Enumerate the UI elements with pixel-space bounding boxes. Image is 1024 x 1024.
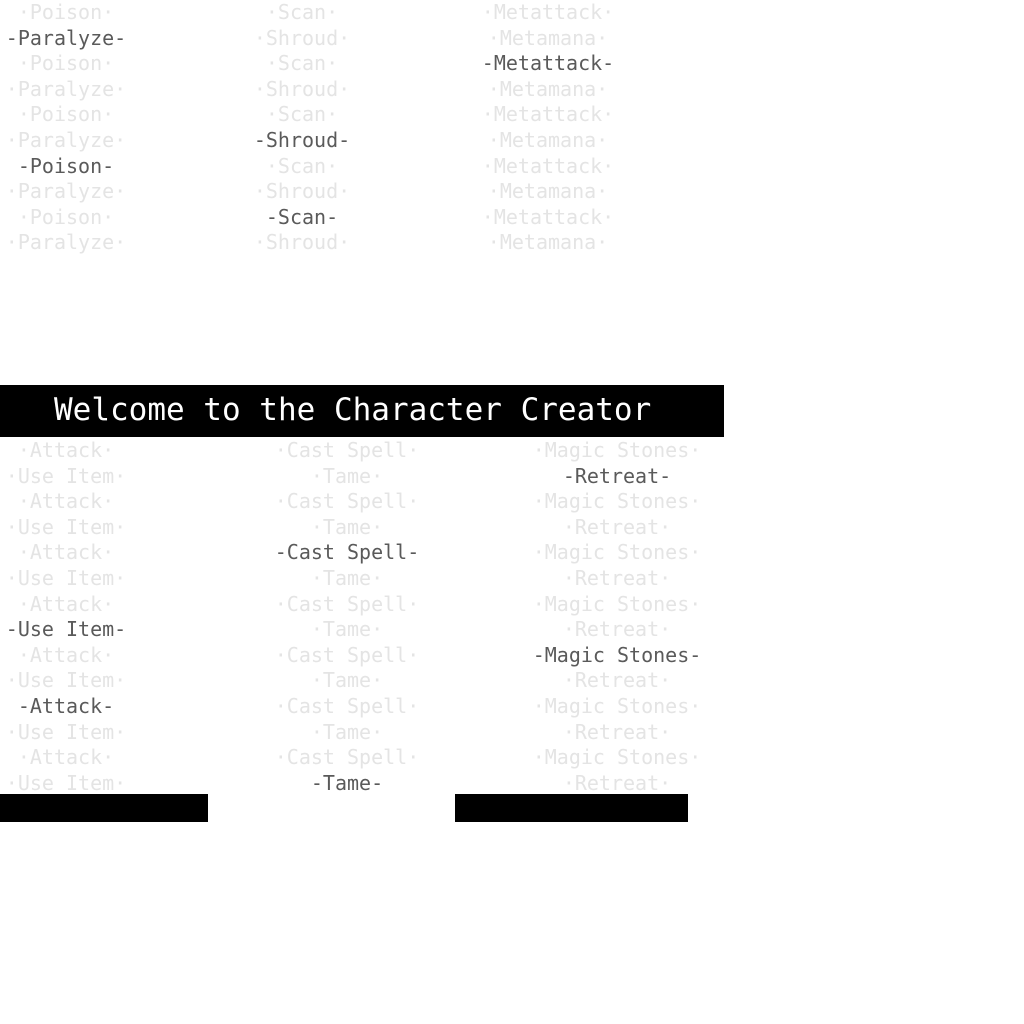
option-item[interactable]: ·Tame·	[311, 619, 383, 639]
option-item[interactable]: ·Shroud·	[254, 79, 350, 99]
option-item[interactable]: ·Magic Stones·	[533, 747, 702, 767]
option-item[interactable]: ·Scan·	[266, 2, 338, 22]
right-black-bar	[455, 794, 688, 822]
option-item[interactable]: ·Metamana·	[488, 130, 608, 150]
selected-option[interactable]: -Shroud-	[254, 130, 350, 150]
option-item[interactable]: ·Magic Stones·	[533, 542, 702, 562]
option-item[interactable]: ·Cast Spell·	[275, 440, 420, 460]
option-item[interactable]: ·Retreat·	[563, 568, 671, 588]
selected-option[interactable]: -Use Item-	[6, 619, 126, 639]
option-item[interactable]: ·Poison·	[18, 104, 114, 124]
option-item[interactable]: ·Metamana·	[488, 28, 608, 48]
option-item[interactable]: ·Paralyze·	[6, 79, 126, 99]
option-item[interactable]: ·Shroud·	[254, 232, 350, 252]
option-item[interactable]: ·Metattack·	[482, 104, 614, 124]
option-item[interactable]: ·Use Item·	[6, 670, 126, 690]
option-item[interactable]: ·Magic Stones·	[533, 491, 702, 511]
option-item[interactable]: ·Cast Spell·	[275, 491, 420, 511]
option-item[interactable]: ·Paralyze·	[6, 232, 126, 252]
option-item[interactable]: ·Attack·	[18, 594, 114, 614]
selected-option[interactable]: -Poison-	[18, 156, 114, 176]
option-item[interactable]: ·Shroud·	[254, 28, 350, 48]
option-item[interactable]: ·Attack·	[18, 542, 114, 562]
selected-option[interactable]: -Scan-	[266, 207, 338, 227]
option-item[interactable]: ·Poison·	[18, 53, 114, 73]
option-item[interactable]: ·Poison·	[18, 2, 114, 22]
option-item[interactable]: ·Metattack·	[482, 207, 614, 227]
option-item[interactable]: ·Attack·	[18, 747, 114, 767]
option-item[interactable]: ·Use Item·	[6, 517, 126, 537]
option-item[interactable]: ·Magic Stones·	[533, 696, 702, 716]
option-item[interactable]: ·Cast Spell·	[275, 696, 420, 716]
option-item[interactable]: ·Cast Spell·	[275, 594, 420, 614]
option-item[interactable]: ·Metattack·	[482, 156, 614, 176]
selected-option[interactable]: -Attack-	[18, 696, 114, 716]
option-item[interactable]: ·Metattack·	[482, 2, 614, 22]
option-item[interactable]: ·Retreat·	[563, 619, 671, 639]
option-item[interactable]: ·Metamana·	[488, 79, 608, 99]
option-item[interactable]: ·Cast Spell·	[275, 747, 420, 767]
page-title: Welcome to the Character Creator	[54, 392, 652, 428]
option-item[interactable]: ·Use Item·	[6, 722, 126, 742]
selected-option[interactable]: -Magic Stones-	[533, 645, 702, 665]
option-item[interactable]: ·Cast Spell·	[275, 645, 420, 665]
option-item[interactable]: ·Retreat·	[563, 773, 671, 793]
option-item[interactable]: ·Tame·	[311, 568, 383, 588]
selected-option[interactable]: -Tame-	[311, 773, 383, 793]
option-item[interactable]: ·Poison·	[18, 207, 114, 227]
option-item[interactable]: ·Tame·	[311, 517, 383, 537]
option-item[interactable]: ·Paralyze·	[6, 130, 126, 150]
option-item[interactable]: ·Metamana·	[488, 181, 608, 201]
option-item[interactable]: ·Retreat·	[563, 670, 671, 690]
option-item[interactable]: ·Magic Stones·	[533, 440, 702, 460]
option-item[interactable]: ·Attack·	[18, 440, 114, 460]
option-item[interactable]: ·Retreat·	[563, 722, 671, 742]
option-item[interactable]: ·Paralyze·	[6, 181, 126, 201]
option-item[interactable]: ·Use Item·	[6, 466, 126, 486]
option-item[interactable]: ·Tame·	[311, 466, 383, 486]
option-item[interactable]: ·Magic Stones·	[533, 594, 702, 614]
option-item[interactable]: ·Tame·	[311, 722, 383, 742]
option-item[interactable]: ·Attack·	[18, 645, 114, 665]
option-item[interactable]: ·Scan·	[266, 53, 338, 73]
selected-option[interactable]: -Metattack-	[482, 53, 614, 73]
selected-option[interactable]: -Cast Spell-	[275, 542, 420, 562]
option-item[interactable]: ·Use Item·	[6, 773, 126, 793]
option-item[interactable]: ·Shroud·	[254, 181, 350, 201]
option-item[interactable]: ·Metamana·	[488, 232, 608, 252]
option-item[interactable]: ·Scan·	[266, 104, 338, 124]
selected-option[interactable]: -Retreat-	[563, 466, 671, 486]
option-item[interactable]: ·Retreat·	[563, 517, 671, 537]
option-item[interactable]: ·Attack·	[18, 491, 114, 511]
option-item[interactable]: ·Tame·	[311, 670, 383, 690]
option-item[interactable]: ·Scan·	[266, 156, 338, 176]
left-black-bar	[0, 794, 208, 822]
option-item[interactable]: ·Use Item·	[6, 568, 126, 588]
selected-option[interactable]: -Paralyze-	[6, 28, 126, 48]
